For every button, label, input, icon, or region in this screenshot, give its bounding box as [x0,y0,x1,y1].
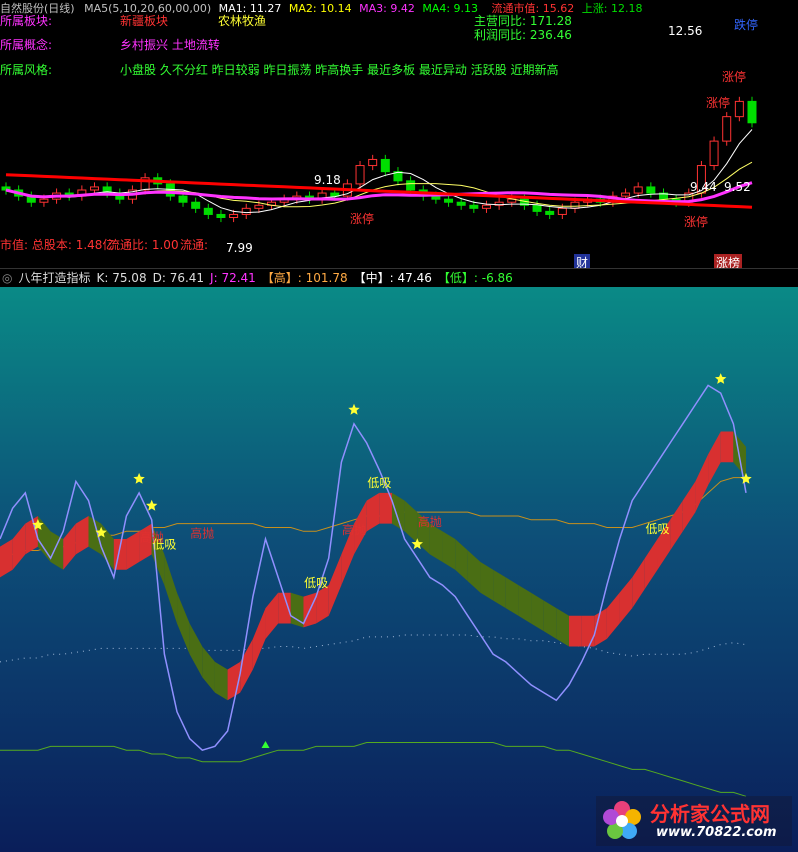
buy-signal-label: 低吸 [304,576,328,590]
candle-body [178,195,188,203]
candle-body [722,116,732,142]
price-mid-label-3: 9.52 [724,180,751,194]
indicator-d: D: 76.41 [152,271,205,285]
concept-value: 乡村振兴 土地流转 [120,38,220,52]
float-ratio: 流通比: 1.00 [108,238,179,252]
price-mid-label-1: 9.18 [314,173,341,187]
limit-up-tag-3: 涨停 [706,96,731,110]
limit-up-tag-4: 涨停 [722,70,747,84]
limit-up-tag-1: 涨停 [350,212,375,226]
ma3-value: MA3: 9.42 [359,2,415,15]
candle-body [456,201,466,206]
indicator-high: 【高】: 101.78 [261,271,348,285]
style-value: 小盘股 久不分红 昨日较弱 昨日振荡 昨高换手 最近多板 最近异动 活跃股 近期… [120,63,559,77]
indicator-name[interactable]: 八年打造指标 [18,271,90,285]
candle-body [355,165,365,185]
candle-body [469,204,479,209]
concept-label: 所属概念: [0,38,53,52]
indicator-toggle-icon[interactable]: ◎ [2,271,12,285]
ma2-value: MA2: 10.14 [288,2,352,15]
candle-body [39,198,49,203]
candle-body [747,100,757,124]
candle-body [254,204,264,209]
candle-body [444,198,454,203]
candle-body [431,195,441,200]
candle-body [633,186,643,194]
sell-signal-label: 高抛 [418,514,442,529]
indicator-header: ◎ 八年打造指标 K: 75.08 D: 76.41 J: 72.41 【高】: 101.… [0,268,798,287]
limit-up-tag-2: 涨停 [684,215,709,229]
candle-body [570,201,580,209]
indicator-k: K: 75.08 [96,271,147,285]
candle-body [380,158,390,173]
candle-body [241,207,251,215]
candle-body [368,158,378,167]
indicator-low: 【低】: -6.86 [437,271,513,285]
candle-body [734,100,744,118]
candle-body [90,186,100,191]
watermark: 分析家公式网 www.70822.com [596,796,792,846]
sector-value-2: 农林牧渔 [218,14,267,28]
trend-band-segment [568,615,582,647]
candle-body [216,213,226,218]
trend-band-segment [581,615,595,647]
ma4-value: MA4: 9.13 [422,2,479,15]
style-label: 所属风格: [0,63,53,77]
candle-body [406,180,416,191]
candle-body [481,204,491,209]
sector-label: 所属板块: [0,14,53,28]
flower-logo-icon [603,801,641,839]
candle-body [203,207,213,215]
price-low-label: 7.99 [226,241,253,255]
candle-body [532,204,542,212]
rise-value: 上涨: 12.18 [581,2,643,15]
candle-body [557,207,567,215]
watermark-brand: 分析家公式网 [650,802,770,826]
price-high-label: 12.56 [668,24,703,38]
profit-yoy: 利润同比: 236.46 [474,28,572,42]
float-label: 流通: [180,238,209,252]
sell-signal-label: 高抛 [190,526,214,541]
trend-band-segment [720,431,734,463]
indicator-j: J: 72.41 [210,271,256,285]
sell-signal-label: 高抛 [140,529,164,544]
indicator-mid: 【中】: 47.46 [353,271,432,285]
indicator-panel: 低吸低吸低吸低吸高抛 高抛 高抛高抛 [0,287,798,852]
price-mid-label-2: 9.44 [690,180,717,194]
candle-body [545,210,555,215]
watermark-url: www.70822.com [656,825,777,840]
candle-body [621,192,631,197]
buy-signal-label: 低吸 [367,476,391,490]
candle-body [709,140,719,167]
limit-down-tag: 跌停 [734,18,759,32]
candle-body [191,201,201,209]
buy-signal-label: 低吸 [645,522,669,536]
market-value: 市值: 总股本: 1.48亿 [0,238,115,252]
sell-signal-label: 高抛 [342,522,366,537]
candle-body [229,213,239,218]
sector-value-1: 新疆板块 [120,14,169,28]
candle-body [646,186,656,194]
